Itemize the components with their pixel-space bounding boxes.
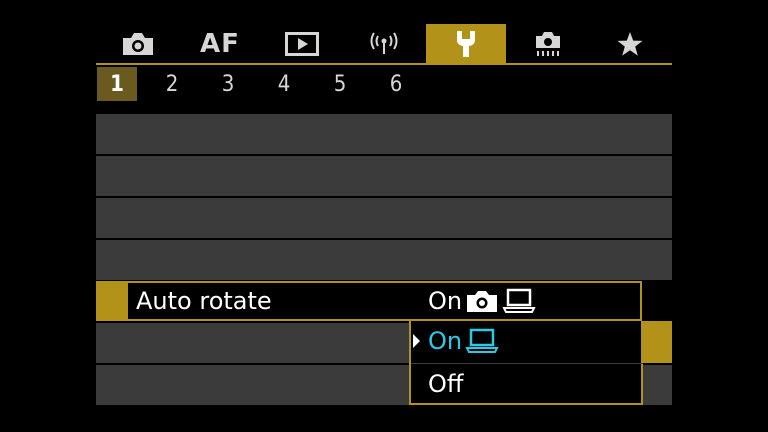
subtab-6[interactable]: 6	[376, 67, 416, 101]
menu-row-3[interactable]	[96, 198, 672, 238]
subtab-3[interactable]: 3	[208, 67, 248, 101]
computer-icon	[502, 288, 536, 314]
tab-af-label: AF	[200, 29, 240, 59]
subtab-1[interactable]: 1	[97, 67, 137, 101]
option-on-computer[interactable]: On	[411, 321, 643, 361]
menu-row-4[interactable]	[96, 240, 672, 280]
tab-playback[interactable]	[262, 24, 342, 64]
tab-af[interactable]: AF	[180, 24, 260, 64]
camera-icon	[121, 31, 155, 57]
tab-wireless[interactable]	[344, 24, 424, 64]
wireless-icon	[367, 31, 401, 57]
wrench-icon	[452, 29, 480, 59]
tab-setup[interactable]	[426, 24, 506, 64]
auto-rotate-current-value: On	[428, 281, 536, 321]
menu-tab-bar: AF	[96, 24, 672, 64]
auto-rotate-label: Auto rotate	[136, 287, 272, 315]
menu-row-1[interactable]	[96, 114, 672, 154]
tab-shooting[interactable]	[98, 24, 178, 64]
tab-custom-functions[interactable]	[508, 24, 588, 64]
computer-icon	[465, 328, 499, 354]
scrollbar-thumb[interactable]	[643, 321, 672, 363]
selection-marker	[96, 281, 126, 321]
playback-icon	[285, 32, 319, 56]
option-label: On	[428, 327, 463, 355]
current-value-text: On	[428, 287, 463, 315]
option-off[interactable]: Off	[411, 364, 643, 404]
subtab-2[interactable]: 2	[152, 67, 192, 101]
menu-row-2[interactable]	[96, 156, 672, 196]
camera-icon	[466, 289, 498, 313]
auto-rotate-dropdown: On Off	[409, 321, 643, 405]
star-icon	[616, 31, 644, 57]
tab-underline	[96, 63, 672, 65]
tab-my-menu[interactable]	[590, 24, 670, 64]
subtab-4[interactable]: 4	[264, 67, 304, 101]
option-label: Off	[428, 370, 464, 398]
custom-function-icon	[533, 30, 563, 58]
subtab-5[interactable]: 5	[320, 67, 360, 101]
option-cursor-icon	[413, 334, 420, 348]
